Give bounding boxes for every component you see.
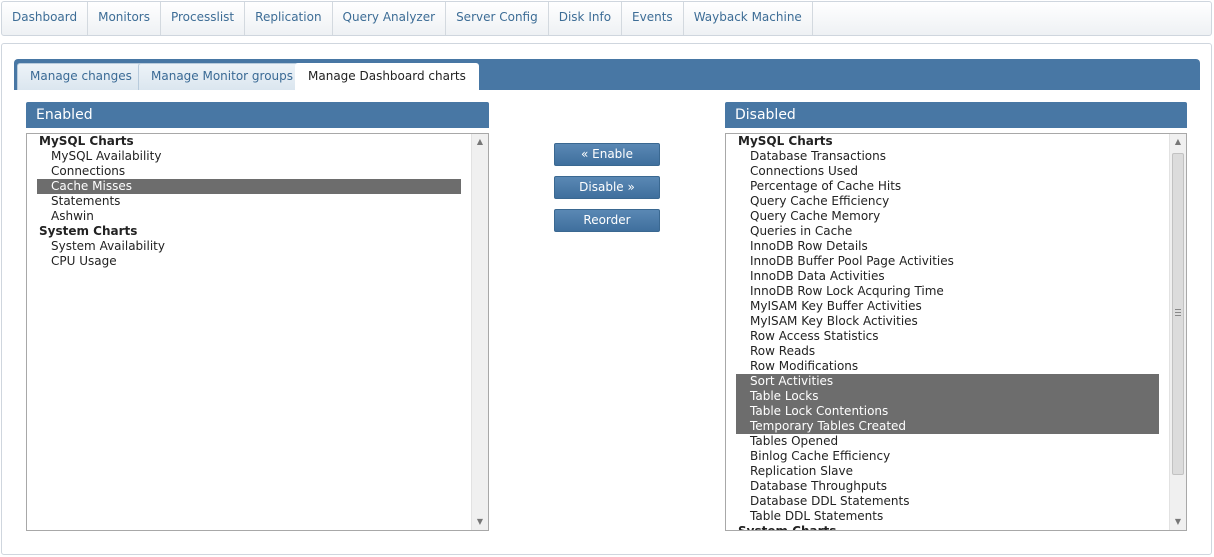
list-item[interactable]: Binlog Cache Efficiency [736, 449, 1159, 464]
list-item[interactable]: InnoDB Row Details [736, 239, 1159, 254]
list-item[interactable]: Row Modifications [736, 359, 1159, 374]
list-item[interactable]: Temporary Tables Created [736, 419, 1159, 434]
list-item[interactable]: Table DDL Statements [736, 509, 1159, 524]
tab-manage-changes[interactable]: Manage changes [17, 63, 145, 90]
list-item[interactable]: CPU Usage [37, 254, 461, 269]
nav-events[interactable]: Events [622, 2, 684, 35]
list-item[interactable]: MyISAM Key Buffer Activities [736, 299, 1159, 314]
nav-wayback-machine[interactable]: Wayback Machine [684, 2, 813, 35]
scroll-down-arrow-icon[interactable]: ▼ [1170, 514, 1186, 530]
nav-processlist[interactable]: Processlist [161, 2, 246, 35]
disabled-panel-title: Disabled [735, 107, 796, 123]
scrollbar-thumb[interactable] [1172, 153, 1184, 475]
optgroup-label: System Charts [39, 224, 138, 238]
list-item[interactable]: Database Transactions [736, 149, 1159, 164]
list-item[interactable]: Replication Slave [736, 464, 1159, 479]
list-item[interactable]: MyISAM Key Block Activities [736, 314, 1159, 329]
scrollbar-grip-icon [1175, 312, 1181, 313]
optgroup-label: MySQL Charts [738, 134, 833, 148]
list-item[interactable]: MySQL Availability [37, 149, 461, 164]
list-item[interactable]: InnoDB Buffer Pool Page Activities [736, 254, 1159, 269]
list-item[interactable]: Table Locks [736, 389, 1159, 404]
disable-button[interactable]: Disable » [554, 176, 660, 199]
list-item[interactable]: Database Throughputs [736, 479, 1159, 494]
disabled-scrollbar[interactable]: ▲ ▼ [1169, 134, 1186, 530]
list-item[interactable]: InnoDB Data Activities [736, 269, 1159, 284]
reorder-button[interactable]: Reorder [554, 209, 660, 232]
tab-manage-monitor-groups[interactable]: Manage Monitor groups [138, 63, 307, 90]
disabled-options: MySQL Charts Database Transactions Connect… [736, 134, 1159, 531]
disabled-panel-header: Disabled [725, 102, 1187, 128]
nav-disk-info[interactable]: Disk Info [549, 2, 623, 35]
nav-server-config[interactable]: Server Config [446, 2, 549, 35]
list-item[interactable]: Statements [37, 194, 461, 209]
nav-monitors[interactable]: Monitors [88, 2, 161, 35]
nav-query-analyzer[interactable]: Query Analyzer [333, 2, 447, 35]
list-item[interactable]: Tables Opened [736, 434, 1159, 449]
list-item[interactable]: Connections Used [736, 164, 1159, 179]
list-item[interactable]: Sort Activities [736, 374, 1159, 389]
enabled-panel-title: Enabled [36, 107, 93, 123]
scroll-up-arrow-icon[interactable]: ▲ [472, 134, 488, 150]
top-navigation: Dashboard Monitors Processlist Replication Q… [1, 1, 1212, 36]
list-item[interactable]: Cache Misses [37, 179, 461, 194]
enabled-panel-header: Enabled [26, 102, 489, 128]
enabled-charts-listbox[interactable]: MySQL Charts MySQL Availability Connection… [26, 133, 489, 531]
list-item[interactable]: Query Cache Efficiency [736, 194, 1159, 209]
optgroup-label: System Charts [738, 524, 837, 531]
list-item[interactable]: Connections [37, 164, 461, 179]
list-item[interactable]: Row Reads [736, 344, 1159, 359]
list-item[interactable]: Ashwin [37, 209, 461, 224]
list-item[interactable]: InnoDB Row Lock Acquring Time [736, 284, 1159, 299]
list-item[interactable]: Database DDL Statements [736, 494, 1159, 509]
optgroup-label: MySQL Charts [39, 134, 134, 148]
tab-manage-dashboard-charts[interactable]: Manage Dashboard charts [295, 63, 479, 91]
scrollbar-grip-icon [1175, 309, 1181, 310]
list-item[interactable]: Percentage of Cache Hits [736, 179, 1159, 194]
enable-button[interactable]: « Enable [554, 143, 660, 166]
list-item[interactable]: Row Access Statistics [736, 329, 1159, 344]
list-item[interactable]: Query Cache Memory [736, 209, 1159, 224]
list-item[interactable]: Queries in Cache [736, 224, 1159, 239]
enabled-options: MySQL Charts MySQL Availability Connection… [37, 134, 461, 269]
scroll-down-arrow-icon[interactable]: ▼ [472, 514, 488, 530]
scrollbar-grip-icon [1175, 315, 1181, 316]
enabled-scrollbar[interactable]: ▲ ▼ [471, 134, 488, 530]
scroll-up-arrow-icon[interactable]: ▲ [1170, 134, 1186, 150]
nav-replication[interactable]: Replication [245, 2, 333, 35]
disabled-charts-listbox[interactable]: MySQL Charts Database Transactions Connect… [725, 133, 1187, 531]
list-item[interactable]: Table Lock Contentions [736, 404, 1159, 419]
tab-bar: Manage changes Manage Monitor groups Man… [14, 59, 1200, 91]
nav-dashboard[interactable]: Dashboard [2, 2, 89, 35]
list-item[interactable]: System Availability [37, 239, 461, 254]
